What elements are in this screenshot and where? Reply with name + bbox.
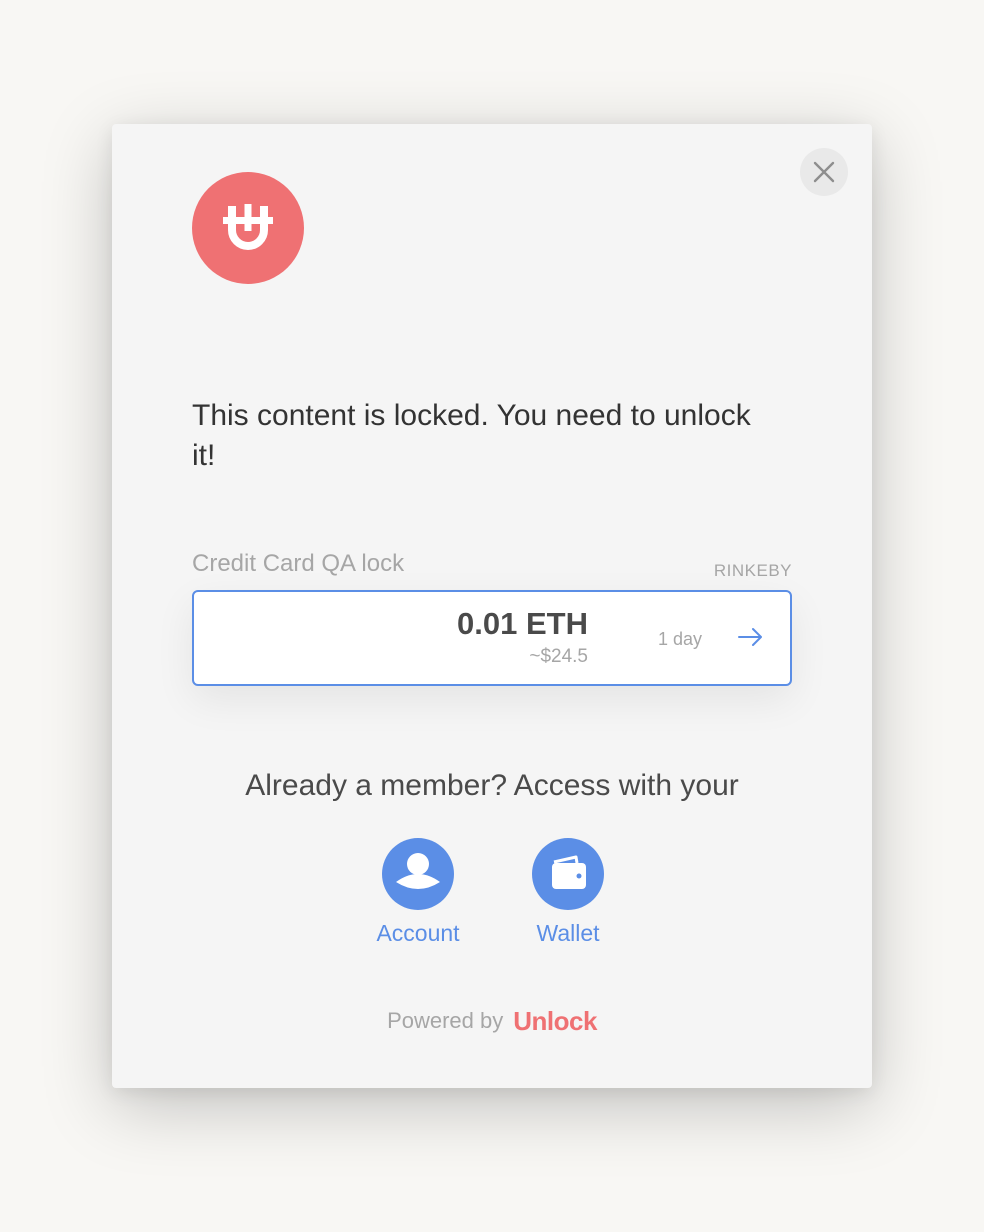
unlock-logo-icon	[192, 172, 304, 284]
member-prompt: Already a member? Access with your	[245, 769, 739, 802]
lock-name: Credit Card QA lock	[192, 550, 405, 577]
lock-duration: 1 day	[657, 629, 702, 649]
user-icon	[382, 838, 454, 910]
wallet-login-button[interactable]: Wallet	[513, 838, 623, 948]
wallet-label: Wallet	[536, 920, 600, 946]
powered-by-label: Powered by	[387, 1008, 504, 1033]
lock-price: 0.01 ETH	[457, 606, 588, 641]
account-login-button[interactable]: Account	[363, 838, 473, 948]
arrow-right-icon	[738, 628, 762, 646]
unlock-modal: This content is locked. You need to unlo…	[112, 124, 872, 1088]
locked-message: This content is locked. You need to unlo…	[192, 399, 751, 472]
powered-by: Powered by Unlock	[112, 1006, 872, 1036]
wallet-icon	[532, 838, 604, 910]
close-icon	[813, 161, 835, 183]
unlock-brand-link[interactable]: Unlock	[513, 1006, 597, 1036]
close-button[interactable]	[800, 148, 848, 196]
network-badge: RINKEBY	[713, 561, 792, 580]
lock-purchase-option[interactable]: 0.01 ETH ~$24.5 1 day	[192, 590, 792, 686]
account-label: Account	[376, 920, 460, 946]
lock-price-usd: ~$24.5	[529, 646, 588, 667]
